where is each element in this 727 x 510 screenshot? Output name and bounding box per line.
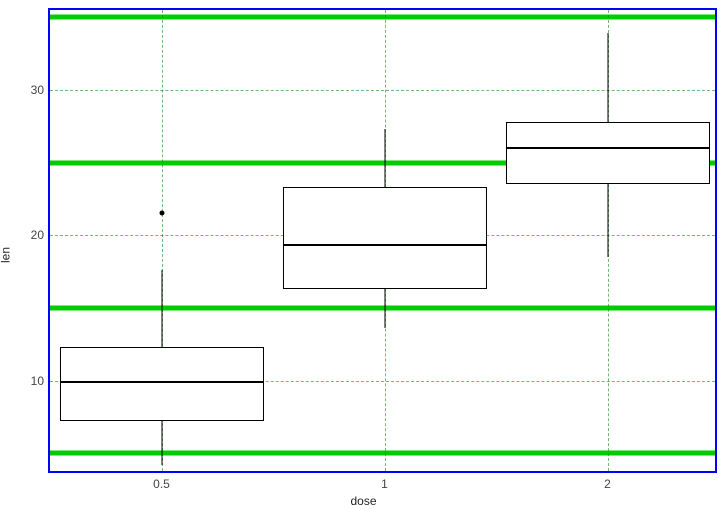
median-line	[505, 147, 709, 149]
whisker-upper	[607, 33, 608, 122]
y-tick-label: 10	[31, 374, 50, 388]
median-line	[282, 244, 486, 246]
box	[505, 122, 709, 184]
chart-container: len dose 1020300.512	[0, 0, 727, 510]
box	[59, 347, 263, 421]
plot-area: 1020300.512	[48, 8, 717, 473]
x-tick-label: 1	[381, 471, 388, 491]
median-line	[59, 381, 263, 383]
whisker-lower	[384, 289, 385, 328]
major-gridline-y	[50, 451, 715, 456]
y-axis-title: len	[0, 247, 13, 263]
y-tick-label: 20	[31, 228, 50, 242]
whisker-upper	[384, 129, 385, 187]
minor-gridline-y	[50, 90, 715, 91]
outlier-point	[159, 211, 164, 216]
whisker-lower	[607, 184, 608, 257]
box	[282, 187, 486, 289]
x-axis-title: dose	[350, 494, 376, 508]
x-tick-label: 0.5	[153, 471, 170, 491]
plot-inner	[50, 10, 715, 471]
x-tick-label: 2	[604, 471, 611, 491]
major-gridline-y	[50, 305, 715, 310]
whisker-lower	[161, 421, 162, 465]
y-tick-label: 30	[31, 83, 50, 97]
major-gridline-y	[50, 15, 715, 20]
whisker-upper	[161, 270, 162, 347]
